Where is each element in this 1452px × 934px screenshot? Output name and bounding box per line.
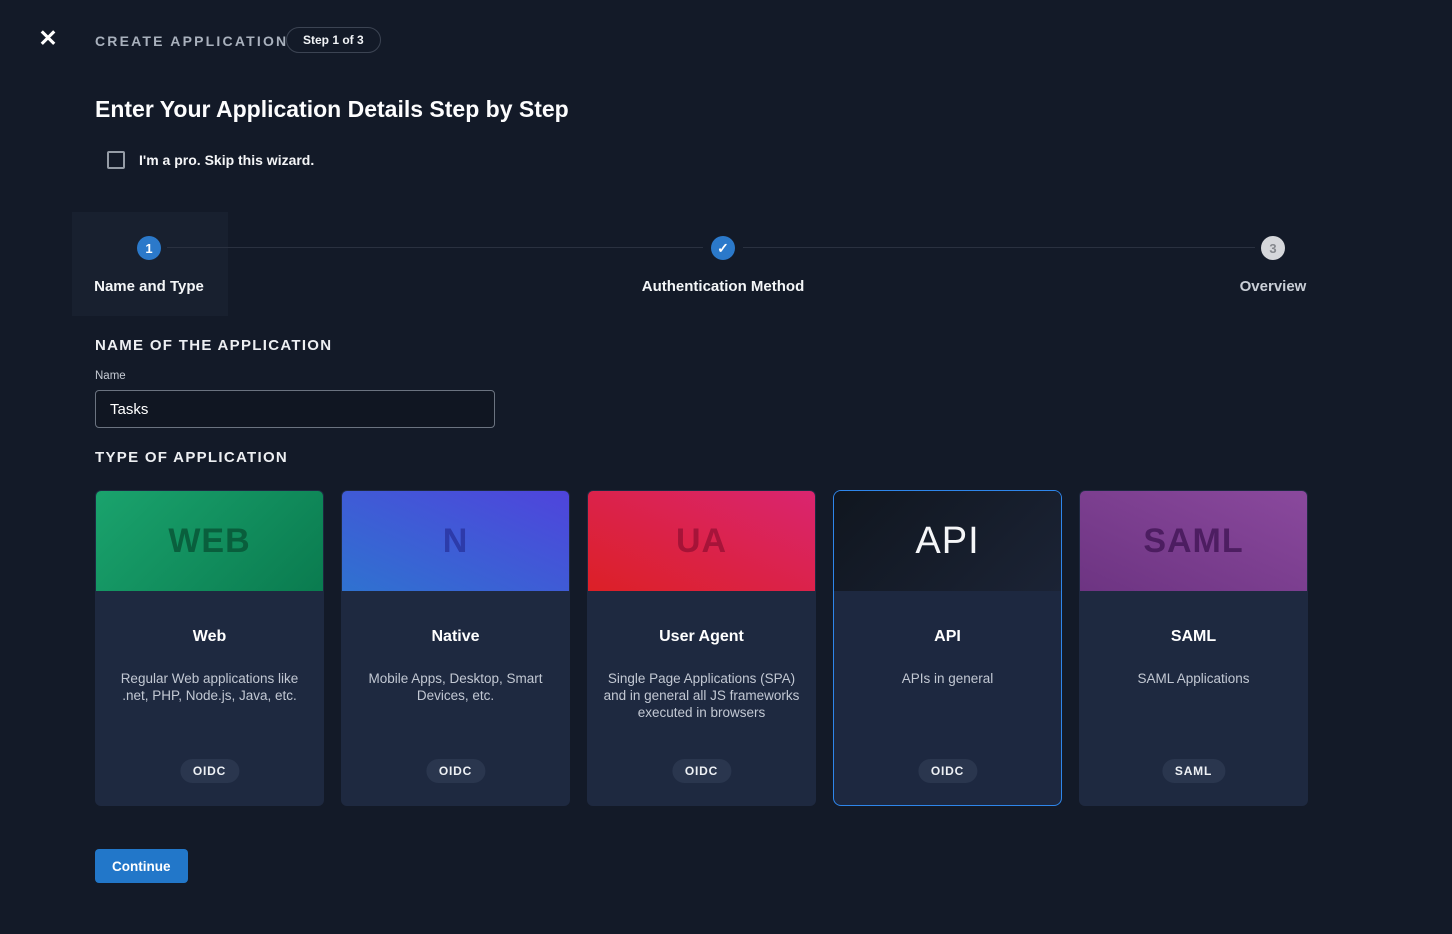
api-card-protocol-badge: OIDC — [918, 759, 977, 783]
continue-button[interactable]: Continue — [95, 849, 188, 883]
skip-wizard-checkbox[interactable] — [107, 151, 125, 169]
step-2-circle[interactable]: ✓ — [711, 236, 735, 260]
step-connector-1 — [167, 247, 703, 248]
user-agent-card-banner: UA — [588, 491, 815, 591]
web-card-banner: WEB — [96, 491, 323, 591]
close-icon: ✕ — [38, 25, 57, 51]
type-card-web[interactable]: WEB Web Regular Web applications like .n… — [95, 490, 324, 806]
type-section-heading: TYPE OF APPLICATION — [95, 449, 288, 466]
native-card-title: Native — [342, 628, 569, 646]
user-agent-card-title: User Agent — [588, 628, 815, 646]
saml-card-protocol-badge: SAML — [1162, 759, 1225, 783]
page-title: CREATE APPLICATION — [95, 33, 288, 49]
step-1-circle[interactable]: 1 — [137, 236, 161, 260]
active-step-highlight — [72, 212, 228, 316]
name-section-heading: NAME OF THE APPLICATION — [95, 337, 332, 354]
api-card-banner: API — [834, 491, 1061, 591]
user-agent-card-description: Single Page Applications (SPA) and in ge… — [599, 670, 803, 721]
type-card-user-agent[interactable]: UA User Agent Single Page Applications (… — [587, 490, 816, 806]
close-button[interactable]: ✕ — [34, 24, 62, 52]
api-card-title: API — [834, 628, 1061, 646]
web-card-description: Regular Web applications like .net, PHP,… — [107, 670, 311, 704]
type-card-api[interactable]: API API APIs in general OIDC — [833, 490, 1062, 806]
step-connector-2 — [743, 247, 1255, 248]
type-card-saml[interactable]: SAML SAML SAML Applications SAML — [1079, 490, 1308, 806]
native-card-banner: N — [342, 491, 569, 591]
api-card-description: APIs in general — [845, 670, 1049, 687]
saml-card-banner: SAML — [1080, 491, 1307, 591]
step-3-number: 3 — [1269, 241, 1276, 256]
step-3-circle[interactable]: 3 — [1261, 236, 1285, 260]
saml-card-title: SAML — [1080, 628, 1307, 646]
step-2-label: Authentication Method — [642, 278, 804, 295]
step-indicator-badge: Step 1 of 3 — [286, 27, 381, 53]
skip-wizard-label: I'm a pro. Skip this wizard. — [139, 152, 314, 168]
type-card-native[interactable]: N Native Mobile Apps, Desktop, Smart Dev… — [341, 490, 570, 806]
step-1-number: 1 — [145, 241, 152, 256]
step-3-label: Overview — [1240, 278, 1307, 295]
step-1-label: Name and Type — [94, 278, 204, 295]
web-card-protocol-badge: OIDC — [180, 759, 239, 783]
stepper: 1 ✓ 3 Name and Type Authentication Metho… — [0, 212, 1452, 316]
name-field-label: Name — [95, 370, 126, 382]
saml-card-description: SAML Applications — [1091, 670, 1295, 687]
web-card-title: Web — [96, 628, 323, 646]
wizard-heading: Enter Your Application Details Step by S… — [95, 96, 569, 123]
native-card-description: Mobile Apps, Desktop, Smart Devices, etc… — [353, 670, 557, 704]
create-application-wizard: ✕ CREATE APPLICATION Step 1 of 3 Enter Y… — [0, 0, 1452, 934]
check-icon: ✓ — [717, 240, 729, 257]
application-type-cards: WEB Web Regular Web applications like .n… — [95, 490, 1308, 806]
native-card-protocol-badge: OIDC — [426, 759, 485, 783]
application-name-input[interactable] — [95, 390, 495, 428]
user-agent-card-protocol-badge: OIDC — [672, 759, 731, 783]
